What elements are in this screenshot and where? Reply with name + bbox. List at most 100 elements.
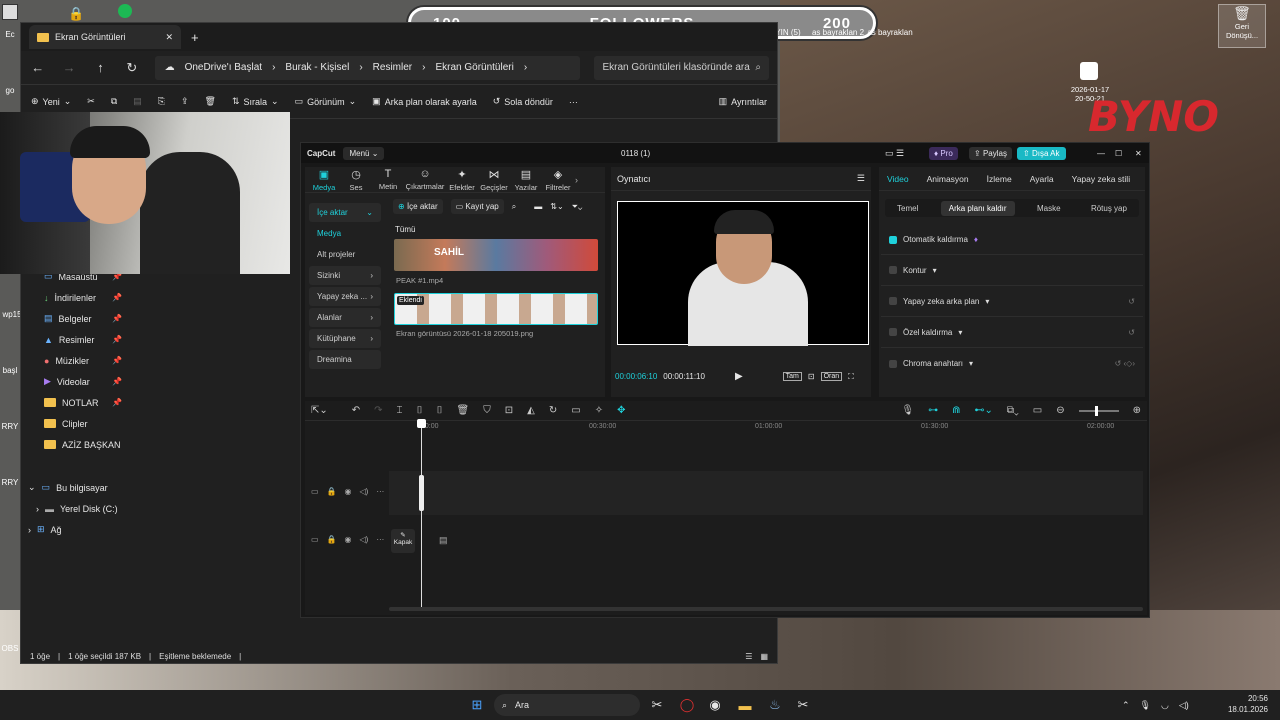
side-cat-library[interactable]: Kütüphane ›: [309, 329, 381, 348]
details-view-icon[interactable]: ☰: [745, 652, 752, 661]
breadcrumb-item[interactable]: Burak - Kişisel: [285, 62, 349, 73]
side-cat-dreamina[interactable]: Dreamina: [309, 350, 381, 369]
eye-icon[interactable]: ◉: [345, 487, 352, 496]
option-auto-remove[interactable]: Otomatik kaldırma ♦: [881, 225, 1143, 255]
details-button[interactable]: ▥ Ayrıntılar: [719, 96, 767, 107]
side-cat-subprojects[interactable]: Alt projeler: [309, 245, 381, 264]
set-background-button[interactable]: ▣ Arka plan olarak ayarla: [372, 96, 477, 107]
checkbox[interactable]: [889, 266, 897, 274]
tool-medya[interactable]: ▣ Medya: [309, 168, 339, 192]
more-icon[interactable]: ···: [376, 487, 384, 496]
sort-button[interactable]: ⇅ Sırala ⌄: [232, 96, 279, 107]
option-chroma-key[interactable]: Chroma anahtarı ▾ ↺ ‹◇›: [881, 348, 1143, 379]
video-preview[interactable]: [617, 201, 869, 346]
more-icon[interactable]: ···: [569, 97, 578, 107]
menu-button[interactable]: Menü ⌄: [343, 146, 385, 160]
clip-handle[interactable]: [419, 475, 424, 511]
timeline-ruler[interactable]: 00:00 00:30:00 01:00:00 01:30:00 02:00:0…: [421, 423, 1143, 435]
full-quality-button[interactable]: Tam: [782, 372, 802, 381]
redo-icon[interactable]: ↷: [374, 405, 382, 416]
hamburger-icon[interactable]: ☰: [857, 173, 865, 184]
tool-ses[interactable]: ◷ Ses: [341, 168, 371, 192]
split-icon[interactable]: ⌶: [397, 405, 403, 416]
taskbar-clock[interactable]: 20:56 18.01.2026: [1226, 693, 1268, 715]
audio-icon[interactable]: ◁): [360, 487, 369, 496]
import-button[interactable]: ⊕ İçe aktar: [393, 199, 443, 214]
subtab-mask[interactable]: Maske: [1029, 201, 1069, 216]
monitor-icon[interactable]: ▭: [1033, 405, 1042, 416]
side-cat-ai[interactable]: Yapay zeka ... ›: [309, 287, 381, 306]
microphone-icon[interactable]: 🎙: [901, 405, 914, 416]
volume-icon[interactable]: ◁): [1179, 700, 1189, 711]
checkbox[interactable]: [889, 328, 897, 336]
file-explorer-taskbar-icon[interactable]: ▬: [734, 694, 756, 716]
tool-efektler[interactable]: ✦ Efektler: [447, 168, 477, 192]
crop-icon[interactable]: ⊡: [808, 372, 815, 381]
chevron-up-icon[interactable]: ⌃: [1122, 700, 1130, 711]
link-icon[interactable]: ⊶: [928, 405, 938, 416]
refresh-icon[interactable]: ↻: [123, 60, 140, 76]
zoom-in-icon[interactable]: ⊕: [1133, 405, 1141, 416]
nav-item-aziz[interactable]: AZİZ BAŞKAN: [20, 434, 126, 455]
eye-icon[interactable]: ◉: [345, 535, 352, 544]
share-button[interactable]: ⇪ Paylaş: [969, 146, 1012, 160]
breadcrumb-item[interactable]: Ekran Görüntüleri: [435, 62, 513, 73]
media-filter-all[interactable]: Tümü: [395, 225, 415, 234]
rename-icon[interactable]: ⎘: [158, 96, 165, 107]
mirror-icon[interactable]: ◭: [527, 405, 535, 416]
crop-icon[interactable]: ⊡: [505, 405, 513, 416]
tool-metin[interactable]: T Metin: [373, 168, 403, 191]
nav-item-videos[interactable]: ▶ Videolar 📌: [20, 371, 126, 392]
playhead[interactable]: [421, 421, 422, 607]
tool-cikartmalar[interactable]: ☺ Çıkartmalar: [405, 168, 445, 191]
playhead-handle[interactable]: [417, 419, 426, 428]
nav-item-this-pc[interactable]: ⌄ ▭ Bu bilgisayar: [20, 477, 126, 498]
nav-item-notlar[interactable]: NOTLAR 📌: [20, 392, 126, 413]
play-icon[interactable]: ▶: [735, 371, 743, 382]
cut-icon[interactable]: ✂: [87, 96, 95, 107]
back-icon[interactable]: ←: [29, 60, 46, 75]
lock-icon[interactable]: 🔒: [327, 535, 337, 544]
copy-icon[interactable]: ⧉: [111, 96, 117, 107]
more-icon[interactable]: ···: [376, 535, 384, 544]
close-tab-icon[interactable]: ✕: [165, 32, 173, 43]
snap-icon[interactable]: ⊷⌄: [975, 405, 993, 416]
split-left-icon[interactable]: ⌷: [417, 405, 423, 416]
tab-ai-style[interactable]: Yapay zeka stili: [1072, 174, 1130, 184]
up-icon[interactable]: ↑: [92, 60, 109, 75]
lock-icon[interactable]: 🔒: [68, 6, 84, 22]
tab-tracking[interactable]: İzleme: [987, 174, 1012, 184]
spotify-icon[interactable]: [118, 4, 132, 18]
maximize-icon[interactable]: ☐: [1115, 149, 1122, 158]
frame-icon[interactable]: ▭: [571, 405, 580, 416]
auto-cut-icon[interactable]: ✥: [617, 405, 625, 416]
nav-item-network[interactable]: › ⊞ Ağ: [20, 519, 126, 540]
tool-filtreler[interactable]: ◈ Filtreler: [543, 168, 573, 192]
pro-button[interactable]: ♦ Pro: [929, 146, 958, 160]
video-track[interactable]: [389, 471, 1143, 515]
filter-icon[interactable]: ⏷⌄: [572, 202, 583, 212]
checkbox-checked[interactable]: [889, 235, 897, 244]
close-icon[interactable]: ✕: [1135, 149, 1142, 158]
track-icon[interactable]: ▭: [311, 535, 319, 544]
search-icon[interactable]: ⌕: [512, 202, 516, 212]
option-custom-remove[interactable]: Özel kaldırma ▾ ↺: [881, 317, 1143, 348]
opera-icon[interactable]: ◯: [676, 694, 698, 716]
taskbar-search[interactable]: ⌕ Ara: [494, 694, 640, 716]
rotate-left-button[interactable]: ↺ Sola döndür: [493, 96, 553, 107]
select-icon[interactable]: ⇱⌄: [311, 405, 328, 416]
explorer-search-input[interactable]: Ekran Görüntüleri klasöründe ara ⌕: [594, 55, 769, 80]
track-icon[interactable]: ▭: [311, 487, 319, 496]
audio-icon[interactable]: ◁): [360, 535, 369, 544]
windows-start-icon[interactable]: ⊞: [466, 694, 488, 716]
tiles-view-icon[interactable]: ▦: [760, 652, 768, 661]
paste-icon[interactable]: ▤: [133, 96, 142, 107]
tool-gecisler[interactable]: ⋈ Geçişler: [479, 168, 509, 192]
recycle-bin[interactable]: 🗑 Geri Dönüşü...: [1218, 4, 1266, 48]
microphone-icon[interactable]: 🎙: [1140, 700, 1151, 711]
undo-icon[interactable]: ↶: [352, 405, 360, 416]
side-cat-yours[interactable]: Sizinki ›: [309, 266, 381, 285]
side-cat-spaces[interactable]: Alanlar ›: [309, 308, 381, 327]
wifi-icon[interactable]: ◡: [1161, 700, 1169, 711]
tab-adjust[interactable]: Ayarla: [1030, 174, 1054, 184]
